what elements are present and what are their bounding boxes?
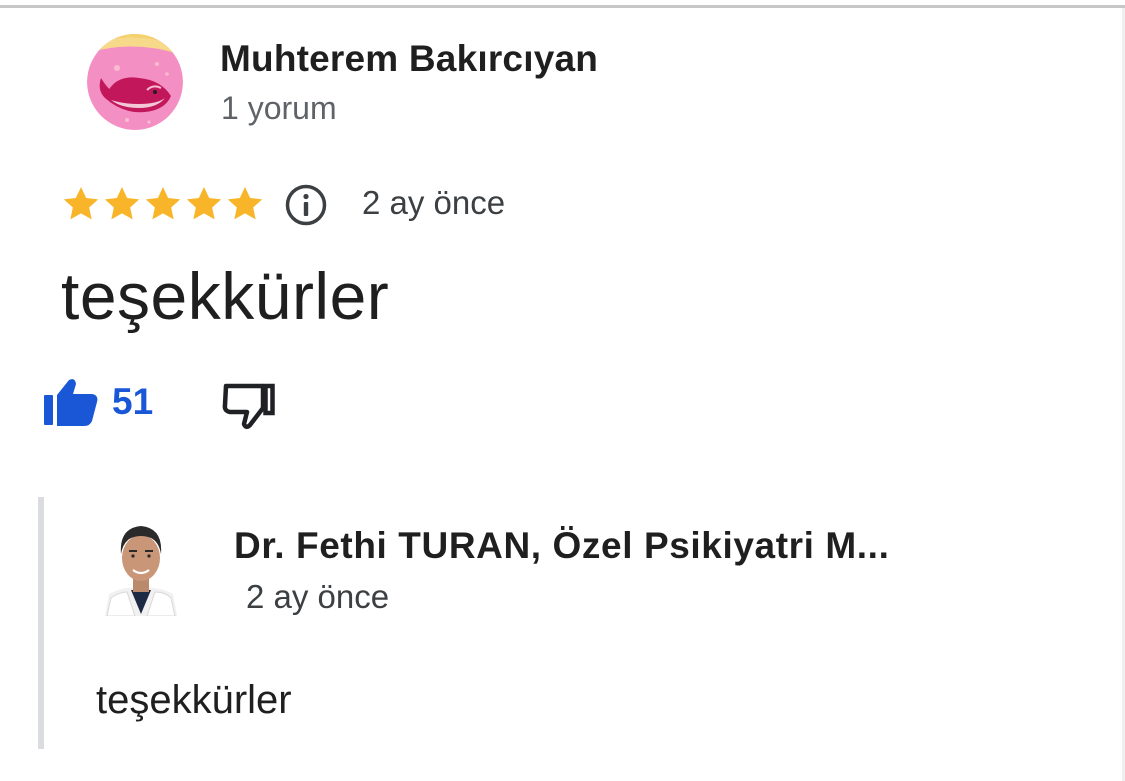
owner-photo-icon (105, 518, 177, 616)
owner-avatar[interactable] (105, 518, 177, 616)
star-rating (61, 184, 265, 224)
reply-text: teşekkürler (96, 678, 292, 722)
owner-name[interactable]: Dr. Fethi TURAN, Özel Psikiyatri M... (234, 525, 889, 567)
star-icon (104, 187, 140, 220)
review-text: teşekkürler (61, 259, 390, 333)
thumbs-up-icon (44, 379, 98, 426)
review-date: 2 ay önce (362, 184, 506, 221)
reply-date: 2 ay önce (246, 578, 390, 615)
reply-indent-bar (38, 497, 44, 749)
whale-avatar-icon (87, 34, 183, 130)
star-icon (186, 187, 222, 220)
reviewer-review-count: 1 yorum (221, 90, 337, 126)
top-divider (0, 5, 1125, 8)
star-icon (227, 187, 263, 220)
star-icon (145, 187, 181, 220)
star-icon (63, 187, 99, 220)
like-count: 51 (112, 381, 154, 422)
info-icon[interactable] (284, 183, 328, 227)
thumbs-down-icon[interactable] (220, 378, 280, 432)
reviewer-avatar[interactable] (87, 34, 183, 130)
reviewer-name[interactable]: Muhterem Bakırcıyan (220, 38, 598, 80)
like-button[interactable]: 51 (40, 372, 153, 432)
